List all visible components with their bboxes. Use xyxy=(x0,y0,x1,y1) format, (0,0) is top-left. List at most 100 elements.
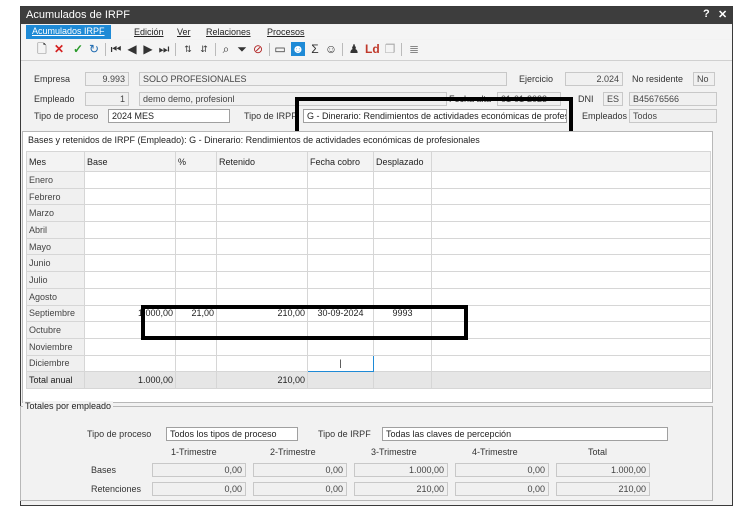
cell-base[interactable] xyxy=(84,171,176,189)
search-icon[interactable]: ⌕ xyxy=(219,42,233,56)
cell-desplazado[interactable] xyxy=(373,354,432,373)
col-retenido[interactable]: Retenido xyxy=(216,151,308,172)
cell-desplazado[interactable] xyxy=(373,221,432,239)
last-record-icon[interactable]: ⏭ xyxy=(157,42,171,56)
cell-base[interactable] xyxy=(84,221,176,239)
user-icon[interactable]: ♟ xyxy=(347,42,361,56)
cell-retenido[interactable] xyxy=(216,171,308,189)
cell-fecha-cobro[interactable]: | xyxy=(307,354,374,373)
dni-field[interactable]: B45676566 xyxy=(629,92,717,106)
cell-desplazado[interactable] xyxy=(373,321,432,339)
cell-porcentaje[interactable] xyxy=(175,221,217,239)
menu-relaciones[interactable]: Relaciones xyxy=(206,27,251,37)
cell-porcentaje[interactable] xyxy=(175,271,217,289)
cell-fecha-cobro[interactable] xyxy=(307,171,374,189)
employee-icon[interactable]: ☻ xyxy=(291,42,305,56)
cell-base[interactable]: 1.000,00 xyxy=(84,304,176,323)
grid-row[interactable]: Octubre xyxy=(26,321,711,339)
grid-row[interactable]: Marzo xyxy=(26,204,711,223)
menu-procesos[interactable]: Procesos xyxy=(267,27,305,37)
cell-fecha-cobro[interactable] xyxy=(307,187,374,206)
grid-row[interactable]: Septiembre 1.000,00 21,00 210,00 30-09-2024 9… xyxy=(26,304,711,323)
copy-icon[interactable]: ❐ xyxy=(383,42,397,56)
cell-fecha-cobro[interactable] xyxy=(307,287,374,306)
cell-porcentaje[interactable] xyxy=(175,354,217,373)
col-desplazado[interactable]: Desplazado xyxy=(373,151,432,172)
empleados-field[interactable]: Todos xyxy=(629,109,717,123)
fecha-alta-field[interactable]: 01-01-2023 xyxy=(497,92,561,106)
filter-icon[interactable]: ⏷ xyxy=(235,42,249,56)
cell-fecha-cobro[interactable] xyxy=(307,271,374,289)
menu-edicion[interactable]: Edición xyxy=(134,27,164,37)
menu-acumulados-irpf[interactable]: Acumulados IRPF xyxy=(26,25,111,39)
cell-desplazado[interactable] xyxy=(373,187,432,206)
col-mes[interactable]: Mes xyxy=(26,151,85,172)
sort-icon[interactable]: ⇅ xyxy=(181,42,195,56)
cell-base[interactable] xyxy=(84,271,176,289)
cell-desplazado[interactable] xyxy=(373,254,432,273)
accept-icon[interactable]: ✓ xyxy=(71,42,85,56)
cell-fecha-cobro[interactable]: 30-09-2024 xyxy=(307,304,374,323)
cell-retenido[interactable] xyxy=(216,187,308,206)
cell-base[interactable] xyxy=(84,237,176,256)
grid-row[interactable]: Enero xyxy=(26,171,711,189)
empleado-name-field[interactable]: demo demo, profesionl xyxy=(139,92,447,106)
cell-desplazado[interactable] xyxy=(373,204,432,223)
grid-row[interactable]: Agosto xyxy=(26,287,711,306)
dni-type-field[interactable]: ES xyxy=(603,92,623,106)
cell-fecha-cobro[interactable] xyxy=(307,221,374,239)
cell-base[interactable] xyxy=(84,354,176,373)
cell-retenido[interactable] xyxy=(216,221,308,239)
empleado-code-field[interactable]: 1 xyxy=(85,92,129,106)
cell-desplazado[interactable]: 9993 xyxy=(373,304,432,323)
cell-base[interactable] xyxy=(84,204,176,223)
cell-fecha-cobro[interactable] xyxy=(307,204,374,223)
cell-retenido[interactable] xyxy=(216,321,308,339)
empresa-name-field[interactable]: SOLO PROFESIONALES xyxy=(139,72,507,86)
previous-record-icon[interactable]: ◀ xyxy=(125,42,139,56)
cell-desplazado[interactable] xyxy=(373,237,432,256)
new-document-icon[interactable]: 🗋 xyxy=(35,42,49,56)
grid-row[interactable]: Mayo xyxy=(26,237,711,256)
cell-fecha-cobro[interactable] xyxy=(307,237,374,256)
cell-porcentaje[interactable] xyxy=(175,187,217,206)
cell-retenido[interactable] xyxy=(216,287,308,306)
tipo-proceso-field[interactable]: 2024 MES xyxy=(108,109,230,123)
next-record-icon[interactable]: ▶ xyxy=(141,42,155,56)
cell-retenido[interactable]: 210,00 xyxy=(216,304,308,323)
col-base[interactable]: Base xyxy=(84,151,176,172)
menu-ver[interactable]: Ver xyxy=(177,27,191,37)
cell-retenido[interactable] xyxy=(216,271,308,289)
cell-porcentaje[interactable] xyxy=(175,321,217,339)
first-record-icon[interactable]: ⏮ xyxy=(109,42,123,56)
cell-base[interactable] xyxy=(84,287,176,306)
form-view-icon[interactable]: ▭ xyxy=(273,42,287,56)
cell-fecha-cobro[interactable] xyxy=(307,337,374,356)
delete-icon[interactable]: ✕ xyxy=(52,42,66,56)
cell-retenido[interactable] xyxy=(216,354,308,373)
totales-tipo-irpf-field[interactable]: Todas las claves de percepción xyxy=(382,427,668,441)
cell-retenido[interactable] xyxy=(216,254,308,273)
refresh-icon[interactable]: ↻ xyxy=(87,42,101,56)
cell-porcentaje[interactable] xyxy=(175,337,217,356)
no-residente-field[interactable]: No xyxy=(693,72,715,86)
cell-porcentaje[interactable] xyxy=(175,254,217,273)
cell-retenido[interactable] xyxy=(216,337,308,356)
cell-fecha-cobro[interactable] xyxy=(307,321,374,339)
grid-row[interactable]: Diciembre | xyxy=(26,354,711,373)
grid-row[interactable]: Febrero xyxy=(26,187,711,206)
cell-porcentaje[interactable] xyxy=(175,237,217,256)
sort-az-icon[interactable]: ⇵ xyxy=(197,42,211,56)
cell-base[interactable] xyxy=(84,321,176,339)
sum-icon[interactable]: Σ xyxy=(308,42,322,56)
cell-porcentaje[interactable] xyxy=(175,171,217,189)
grid-row[interactable]: Abril xyxy=(26,221,711,239)
close-button[interactable]: ✕ xyxy=(718,8,727,21)
cell-retenido[interactable] xyxy=(216,237,308,256)
cell-porcentaje[interactable] xyxy=(175,204,217,223)
cell-desplazado[interactable] xyxy=(373,271,432,289)
grid-row[interactable]: Julio xyxy=(26,271,711,289)
cell-desplazado[interactable] xyxy=(373,287,432,306)
col-porcentaje[interactable]: % xyxy=(175,151,217,172)
cell-retenido[interactable] xyxy=(216,204,308,223)
